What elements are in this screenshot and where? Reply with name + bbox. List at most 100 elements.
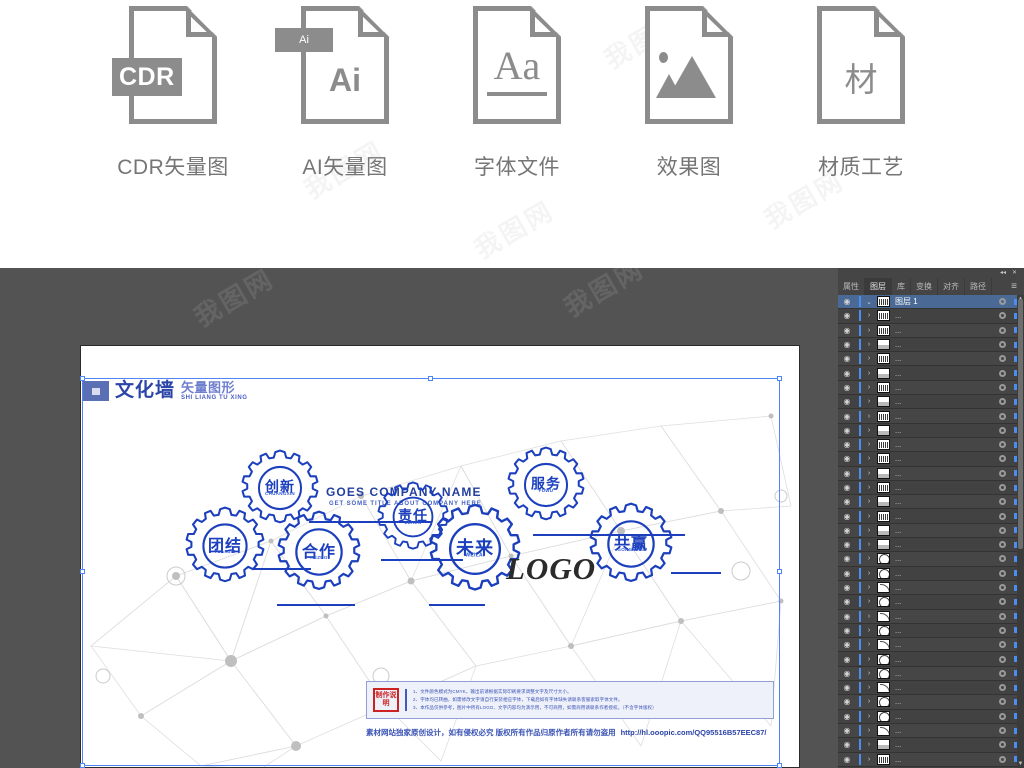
layer-row[interactable]: ◉ ›... (838, 638, 1024, 653)
layer-effects-icon[interactable] (994, 298, 1010, 306)
layer-effects-icon[interactable] (994, 727, 1010, 735)
layer-effects-icon[interactable] (994, 669, 1010, 677)
layer-thumbnail[interactable] (877, 667, 890, 679)
layer-effects-icon[interactable] (994, 626, 1010, 634)
selection-handle-tr[interactable] (777, 376, 782, 381)
chevron-right-icon[interactable]: › (861, 384, 877, 391)
layer-effects-icon[interactable] (994, 526, 1010, 534)
eye-icon[interactable]: ◉ (838, 340, 856, 349)
tab-properties[interactable]: 属性 (838, 278, 865, 295)
eye-icon[interactable]: ◉ (838, 697, 856, 706)
layer-row[interactable]: ◉ ›... (838, 538, 1024, 553)
layer-row[interactable]: ◉ ›... (838, 509, 1024, 524)
layer-effects-icon[interactable] (994, 383, 1010, 391)
eye-icon[interactable]: ◉ (838, 440, 856, 449)
layer-row[interactable]: ◉ ›... (838, 423, 1024, 438)
layer-thumbnail[interactable] (877, 396, 890, 408)
eye-icon[interactable]: ◉ (838, 426, 856, 435)
layer-row[interactable]: ◉ ›... (838, 352, 1024, 367)
layer-effects-icon[interactable] (994, 641, 1010, 649)
chevron-right-icon[interactable]: › (861, 455, 877, 462)
eye-icon[interactable]: ◉ (838, 326, 856, 335)
layer-row[interactable]: ◉ ›... (838, 309, 1024, 324)
layer-thumbnail[interactable] (877, 467, 890, 479)
layer-effects-icon[interactable] (994, 712, 1010, 720)
eye-icon[interactable]: ◉ (838, 383, 856, 392)
eye-icon[interactable]: ◉ (838, 311, 856, 320)
layer-row[interactable]: ◉ ›... (838, 552, 1024, 567)
layer-thumbnail[interactable] (877, 453, 890, 465)
selection-handle-br[interactable] (777, 763, 782, 768)
layer-thumbnail[interactable] (877, 696, 890, 708)
chevron-right-icon[interactable]: › (861, 656, 877, 663)
layer-row[interactable]: ◉ ›... (838, 337, 1024, 353)
layer-row[interactable]: ◉ ›... (838, 595, 1024, 610)
layer-thumbnail[interactable] (877, 639, 890, 651)
layer-effects-icon[interactable] (994, 441, 1010, 449)
tab-transform[interactable]: 变换 (911, 278, 938, 295)
layer-row[interactable]: ◉ ›... (838, 723, 1024, 739)
layer-thumbnail[interactable] (877, 653, 890, 665)
chevron-right-icon[interactable]: › (861, 398, 877, 405)
layer-row[interactable]: ◉ ›... (838, 466, 1024, 481)
layer-thumbnail[interactable] (877, 624, 890, 636)
layer-thumbnail[interactable] (877, 439, 890, 451)
chevron-right-icon[interactable]: › (861, 427, 877, 434)
tab-library[interactable]: 库 (892, 278, 911, 295)
layer-effects-icon[interactable] (994, 312, 1010, 320)
layer-effects-icon[interactable] (994, 326, 1010, 334)
panel-scrollbar[interactable]: ▲ ▼ (1017, 295, 1024, 768)
chevron-right-icon[interactable]: › (861, 312, 877, 319)
eye-icon[interactable]: ◉ (838, 412, 856, 421)
selection-handle-bl[interactable] (80, 763, 85, 768)
eye-icon[interactable]: ◉ (838, 483, 856, 492)
chevron-right-icon[interactable]: › (861, 584, 877, 591)
selection-handle-mr[interactable] (777, 569, 782, 574)
layer-thumbnail[interactable] (877, 596, 890, 608)
scrollbar-thumb[interactable] (1018, 299, 1023, 549)
layer-row[interactable]: ◉ ›... (838, 666, 1024, 682)
layer-thumbnail[interactable] (877, 482, 890, 493)
eye-icon[interactable]: ◉ (838, 626, 856, 635)
layer-effects-icon[interactable] (994, 398, 1010, 406)
layer-effects-icon[interactable] (994, 512, 1010, 520)
selection-handle-tl[interactable] (80, 376, 85, 381)
chevron-right-icon[interactable]: › (861, 498, 877, 505)
layer-thumbnail[interactable] (877, 710, 890, 722)
layer-row[interactable]: ◉ ›... (838, 495, 1024, 510)
chevron-right-icon[interactable]: › (861, 598, 877, 605)
chevron-right-icon[interactable]: › (861, 370, 877, 377)
chevron-right-icon[interactable]: › (861, 684, 877, 691)
eye-icon[interactable]: ◉ (838, 712, 856, 721)
chevron-right-icon[interactable]: › (861, 470, 877, 477)
eye-icon[interactable]: ◉ (838, 755, 856, 764)
layer-thumbnail[interactable] (877, 567, 890, 579)
layer-effects-icon[interactable] (994, 455, 1010, 463)
chevron-right-icon[interactable]: › (861, 555, 877, 562)
layer-row[interactable]: ◉ ›... (838, 452, 1024, 467)
eye-icon[interactable]: ◉ (838, 454, 856, 463)
chevron-right-icon[interactable]: › (861, 670, 877, 677)
layer-row[interactable]: ◉ ›... (838, 323, 1024, 338)
layer-row[interactable]: ◉ ›... (838, 395, 1024, 410)
layer-thumbnail[interactable] (877, 725, 890, 737)
layer-row-selected[interactable]: ◉ ⌄ 图层 1 (838, 295, 1024, 310)
layer-thumbnail[interactable] (877, 553, 890, 565)
layer-effects-icon[interactable] (994, 541, 1010, 549)
eye-icon[interactable]: ◉ (838, 297, 856, 306)
layer-thumbnail[interactable] (877, 381, 890, 393)
layer-thumbnail[interactable] (877, 539, 890, 551)
chevron-right-icon[interactable]: › (861, 613, 877, 620)
chevron-right-icon[interactable]: › (861, 698, 877, 705)
layer-effects-icon[interactable] (994, 569, 1010, 577)
chevron-right-icon[interactable]: › (861, 484, 877, 491)
artboard[interactable]: 文化墙 矢量图形 SHI LIANG TU XING GOES COMPANY … (80, 345, 800, 768)
eye-icon[interactable]: ◉ (838, 655, 856, 664)
selection-handle-tc[interactable] (428, 376, 433, 381)
eye-icon[interactable]: ◉ (838, 369, 856, 378)
layer-row[interactable]: ◉ ›... (838, 437, 1024, 453)
layer-effects-icon[interactable] (994, 555, 1010, 563)
chevron-right-icon[interactable]: › (861, 713, 877, 720)
layer-effects-icon[interactable] (994, 426, 1010, 434)
layer-effects-icon[interactable] (994, 341, 1010, 349)
